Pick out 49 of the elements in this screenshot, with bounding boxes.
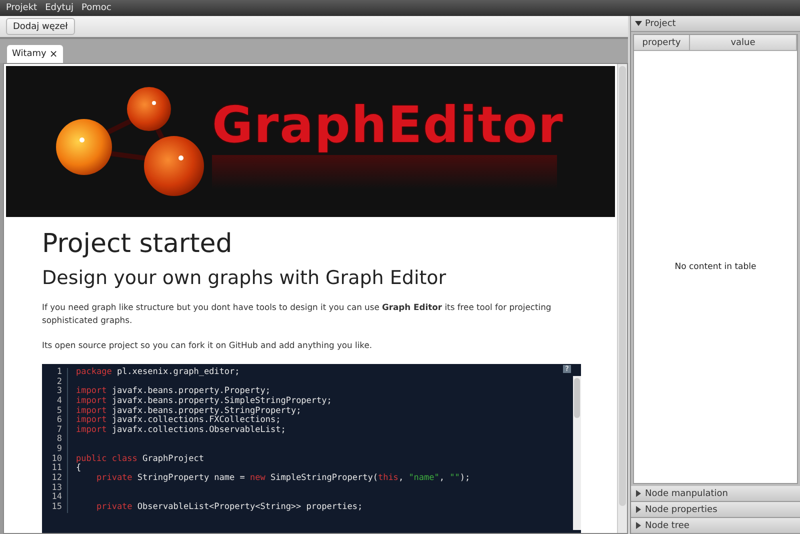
- line-number: 4: [42, 396, 68, 407]
- line-number: 5: [42, 406, 68, 416]
- arrow-icon: [635, 20, 642, 27]
- code-line: import javafx.beans.property.SimpleStringProperty;: [76, 396, 332, 406]
- panel-header[interactable]: Project: [631, 16, 800, 32]
- code-line: private ObservableList<Property<String>> properties;: [96, 502, 363, 513]
- column-header[interactable]: value: [690, 35, 797, 50]
- code-line: import javafx.beans.property.Property;: [76, 387, 270, 396]
- menu-item[interactable]: Edytuj: [45, 3, 74, 13]
- arrow-icon: [635, 522, 642, 529]
- arrow-icon: [635, 506, 642, 513]
- scrollbar[interactable]: [573, 376, 581, 530]
- line-number: 10: [42, 454, 68, 464]
- line-number: 9: [42, 445, 68, 455]
- panel-header[interactable]: Node manpulation: [631, 486, 800, 502]
- code-line: public class GraphProject: [76, 454, 204, 464]
- column-header[interactable]: property: [634, 35, 690, 50]
- code-line: import javafx.collections.ObservableList;: [76, 426, 286, 436]
- panel-header[interactable]: Node tree: [631, 518, 800, 534]
- line-number: 14: [42, 493, 68, 503]
- line-number: 8: [42, 435, 68, 446]
- arrow-icon: [635, 490, 642, 497]
- add-node-button[interactable]: Dodaj węzeł: [6, 18, 75, 35]
- menu-item[interactable]: Pomoc: [82, 3, 112, 13]
- code-line: private StringProperty name = new SimpleStringProperty(this, "name", "");: [96, 474, 470, 484]
- line-number: 2: [42, 378, 68, 388]
- code-line: {: [76, 464, 82, 474]
- paragraph: Its open source project so you can fork it on GitHub and add anything you like.: [42, 339, 374, 352]
- code-line: import javafx.collections.FXCollections;: [76, 416, 281, 426]
- page-title: Project started: [42, 228, 234, 261]
- line-number: 15: [42, 502, 68, 513]
- code-line: import javafx.beans.property.StringProperty;: [76, 406, 302, 416]
- empty-message: No content in table: [674, 262, 756, 272]
- code-line: package pl.xesenix.graph_editor;: [76, 368, 240, 378]
- panel-header[interactable]: Node properties: [631, 502, 800, 518]
- logo-text: GraphEditor: [212, 94, 564, 154]
- line-number: 6: [42, 416, 68, 426]
- close-icon[interactable]: ×: [49, 48, 58, 60]
- menu-item[interactable]: Projekt: [6, 3, 38, 13]
- line-number: 3: [42, 387, 68, 397]
- line-number: 12: [42, 474, 68, 484]
- paragraph: If you need graph like structure but you dont have tools to design it you can use Graph Editor its free tool for projecting sophisticated graphs.: [42, 301, 552, 327]
- line-number: 7: [42, 426, 68, 436]
- scrollbar[interactable]: [617, 64, 627, 533]
- line-number: 13: [42, 484, 68, 494]
- tab[interactable]: Witamy ×: [7, 45, 63, 63]
- page-subtitle: Design your own graphs with Graph Editor: [42, 266, 448, 291]
- line-number: 11: [42, 464, 68, 474]
- line-number: 1: [42, 368, 68, 378]
